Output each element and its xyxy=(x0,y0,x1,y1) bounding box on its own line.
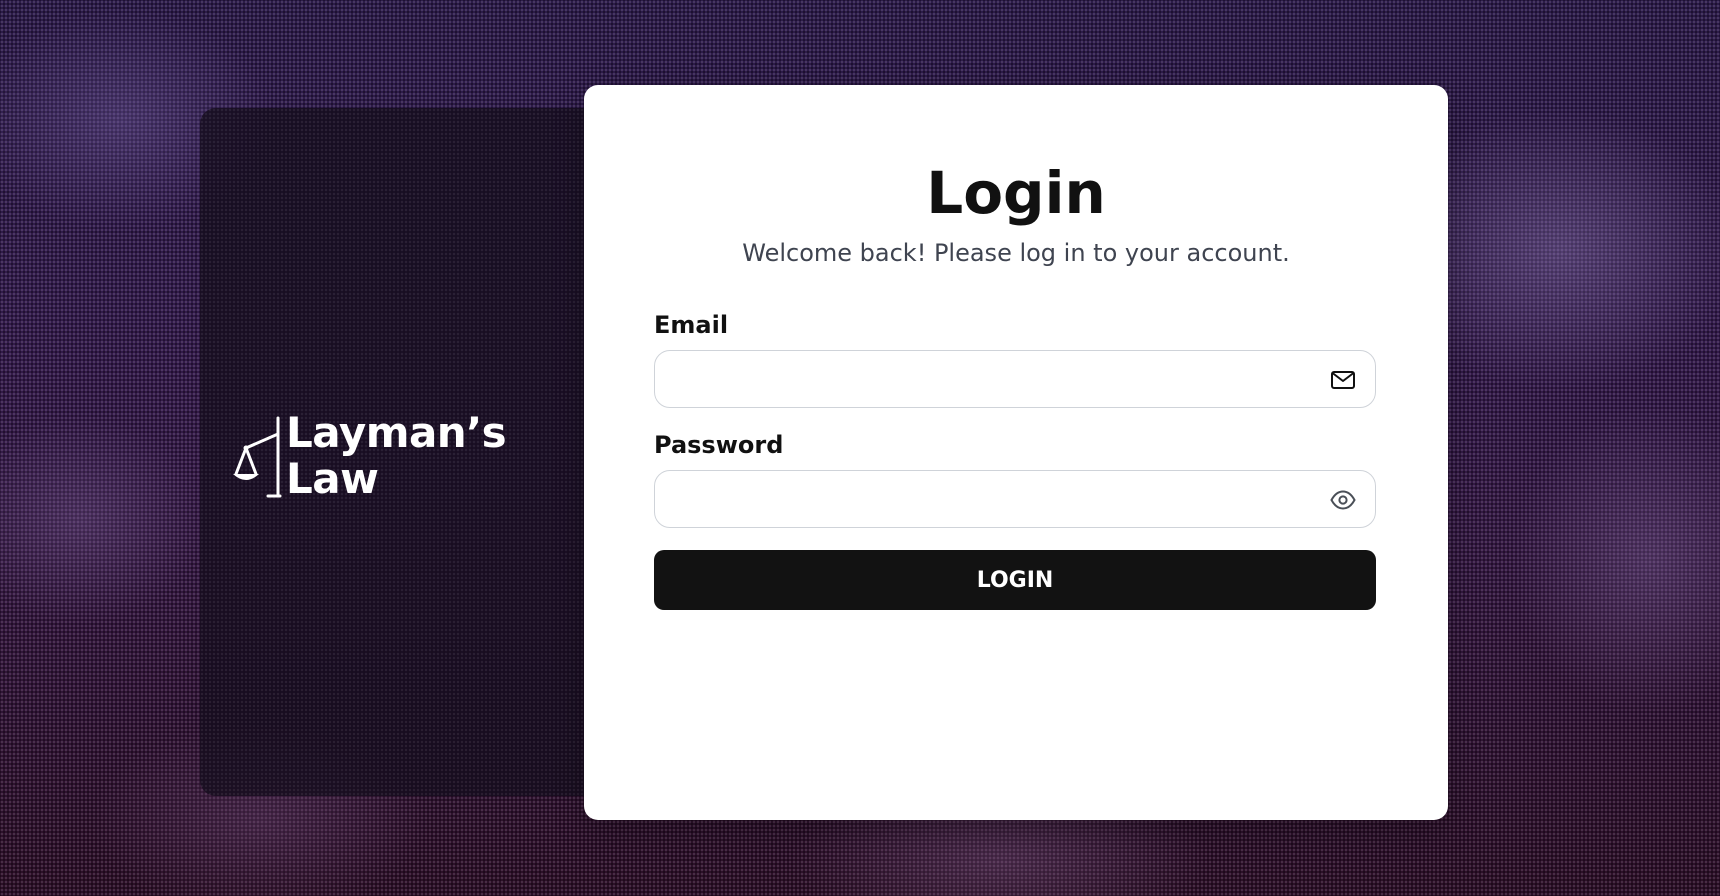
brand-name-line1: Layman’s xyxy=(286,408,507,457)
password-label: Password xyxy=(654,431,784,459)
login-button[interactable]: LOGIN xyxy=(654,550,1376,610)
brand-logo: Layman’s Law xyxy=(230,408,507,503)
email-field-wrapper xyxy=(654,350,1376,409)
email-label: Email xyxy=(654,311,729,339)
password-field-wrapper xyxy=(654,470,1376,529)
brand-panel: Layman’s Law xyxy=(200,108,600,796)
envelope-icon xyxy=(1331,371,1355,389)
password-field[interactable] xyxy=(673,471,1277,529)
login-card: Login Welcome back! Please log in to you… xyxy=(584,85,1448,820)
brand-name-line2: Law xyxy=(286,454,379,503)
scales-of-justice-icon xyxy=(233,416,282,498)
page-title: Login xyxy=(926,159,1106,227)
eye-icon[interactable] xyxy=(1329,486,1357,514)
email-field[interactable] xyxy=(673,351,1277,409)
page-subtitle: Welcome back! Please log in to your acco… xyxy=(742,239,1290,267)
brand-name: Layman’s Law xyxy=(286,408,507,503)
